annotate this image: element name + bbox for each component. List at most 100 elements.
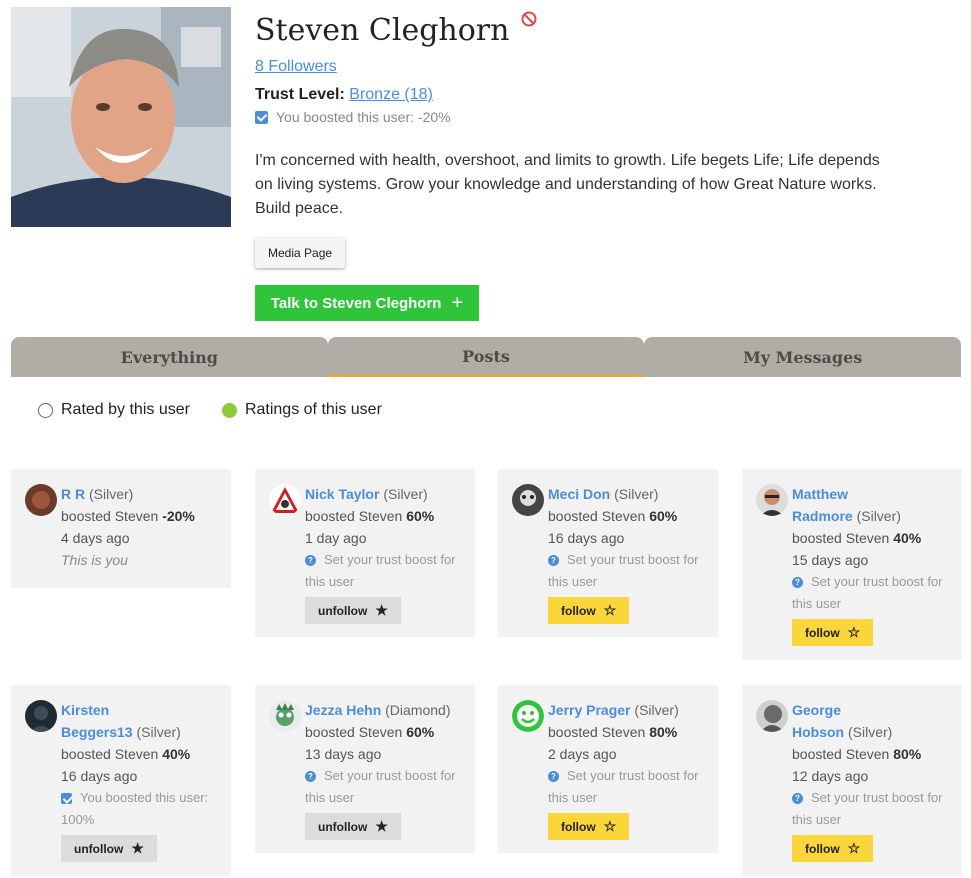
star-outline-icon: ☆ [847,624,861,640]
user-name-link[interactable]: Kirsten [61,702,109,718]
help-icon: ? [548,770,559,782]
user-level: (Silver) [856,508,901,524]
boost-status: You boosted this user: -20% [255,109,895,125]
avatar[interactable] [25,484,57,516]
avatar[interactable] [512,484,544,516]
button-label: unfollow [74,841,124,856]
rating-card: Meci Don (Silver) boosted Steven 60% 16 … [498,469,718,637]
avatar[interactable] [269,484,301,516]
rating-card: George Hobson (Silver) boosted Steven 80… [742,685,962,876]
user-name-link[interactable]: Jerry Prager [548,702,631,718]
talk-button-label: Talk to Steven Cleghorn [270,294,442,312]
button-label: unfollow [318,603,368,618]
trust-boost-hint[interactable]: ? Set your trust boost for [548,765,706,787]
filter-label: Rated by this user [61,401,190,418]
boost-prefix: boosted Steven [792,746,890,762]
star-outline-icon: ☆ [847,840,861,856]
boosted-note-value: 100% [61,812,95,827]
boost-value: 80% [893,746,922,762]
hint-text-cont: this user [305,574,355,589]
trust-boost-hint[interactable]: ? Set your trust boost for [305,765,463,787]
follow-button[interactable]: follow ☆ [792,619,874,646]
hint-text-cont: this user [792,812,842,827]
unfollow-button[interactable]: unfollow ★ [61,835,157,862]
trust-boost-hint[interactable]: ? Set your trust boost for [548,549,706,571]
boosted-note-text: You boosted this user: [80,790,209,805]
filter-ratings-of[interactable]: Ratings of this user [221,401,382,419]
time-ago: 16 days ago [61,768,138,784]
hint-text: Set your trust boost for [324,552,456,567]
avatar[interactable] [269,700,301,732]
trust-boost-hint[interactable]: ? Set your trust boost for [792,571,950,593]
this-is-you: This is you [61,552,128,568]
user-level: (Silver) [634,702,679,718]
boost-prefix: boosted Steven [548,724,646,740]
boost-prefix: boosted Steven [61,508,159,524]
unfollow-button[interactable]: unfollow ★ [305,597,401,624]
rating-card: R R (Silver) boosted Steven -20% 4 days … [11,469,231,588]
boost-value: 40% [162,746,191,762]
followers-link[interactable]: 8 Followers [255,58,337,76]
hint-text-cont: this user [548,790,598,805]
trust-label: Trust Level: [255,86,345,103]
avatar[interactable] [756,700,788,732]
trust-boost-hint[interactable]: ? Set your trust boost for [792,787,950,809]
user-name-link[interactable]: Meci Don [548,486,610,502]
media-page-button[interactable]: Media Page [255,238,346,268]
boost-value: 60% [649,508,678,524]
follow-button[interactable]: follow ☆ [792,835,874,862]
time-ago: 15 days ago [792,552,869,568]
avatar[interactable] [512,700,544,732]
tab-bar: Everything Posts My Messages [11,337,962,377]
hint-text: Set your trust boost for [567,552,699,567]
unfollow-button[interactable]: unfollow ★ [305,813,401,840]
checkbox[interactable] [255,110,268,124]
tab-my-messages[interactable]: My Messages [644,337,962,377]
follow-button[interactable]: follow ☆ [548,813,630,840]
rating-card: Jerry Prager (Silver) boosted Steven 80%… [498,685,718,853]
avatar[interactable] [25,700,57,732]
time-ago: 12 days ago [792,768,869,784]
boost-value: 60% [406,724,435,740]
hint-text-cont: this user [548,574,598,589]
user-name-link[interactable]: Radmore [792,508,853,524]
user-name-link[interactable]: R R [61,486,85,502]
plus-icon: + [451,291,464,314]
boost-prefix: boosted Steven [305,724,403,740]
user-name-link[interactable]: Matthew [792,486,848,502]
tab-posts[interactable]: Posts [327,337,645,377]
rating-card: Kirsten Beggers13 (Silver) boosted Steve… [11,685,231,876]
talk-button[interactable]: Talk to Steven Cleghorn + [255,285,479,321]
trust-level: Trust Level: Bronze (18) [255,86,895,104]
tab-everything[interactable]: Everything [11,337,328,377]
checkbox[interactable] [61,792,72,804]
button-label: follow [561,603,596,618]
user-level: (Diamond) [385,702,451,718]
filter-rated-by[interactable]: Rated by this user [38,401,190,419]
star-filled-icon: ★ [375,818,388,834]
user-name-link[interactable]: George [792,702,841,718]
trust-boost-hint[interactable]: ? Set your trust boost for [305,549,463,571]
avatar[interactable] [756,484,788,516]
user-name-link[interactable]: Jezza Hehn [305,702,381,718]
trust-value-link[interactable]: Bronze (18) [349,86,433,103]
user-name-link[interactable]: Beggers13 [61,724,133,740]
button-label: follow [561,819,596,834]
boost-prefix: boosted Steven [548,508,646,524]
user-level: (Silver) [89,486,134,502]
radio-selected-icon[interactable] [221,402,237,418]
follow-button[interactable]: follow ☆ [548,597,630,624]
user-name-link[interactable]: Hobson [792,724,844,740]
radio-icon[interactable] [38,402,53,418]
button-label: unfollow [318,819,368,834]
ratings-filter: Rated by this user Ratings of this user [38,401,414,419]
profile-photo [11,7,231,227]
boost-value: 60% [406,508,435,524]
profile-name: Steven Cleghorn [255,13,510,48]
block-icon[interactable] [521,11,537,27]
boosted-note: You boosted this user: [61,787,219,809]
user-name-link[interactable]: Nick Taylor [305,486,379,502]
boost-value: 40% [893,530,922,546]
rating-card: Matthew Radmore (Silver) boosted Steven … [742,469,962,660]
hint-text: Set your trust boost for [811,790,943,805]
